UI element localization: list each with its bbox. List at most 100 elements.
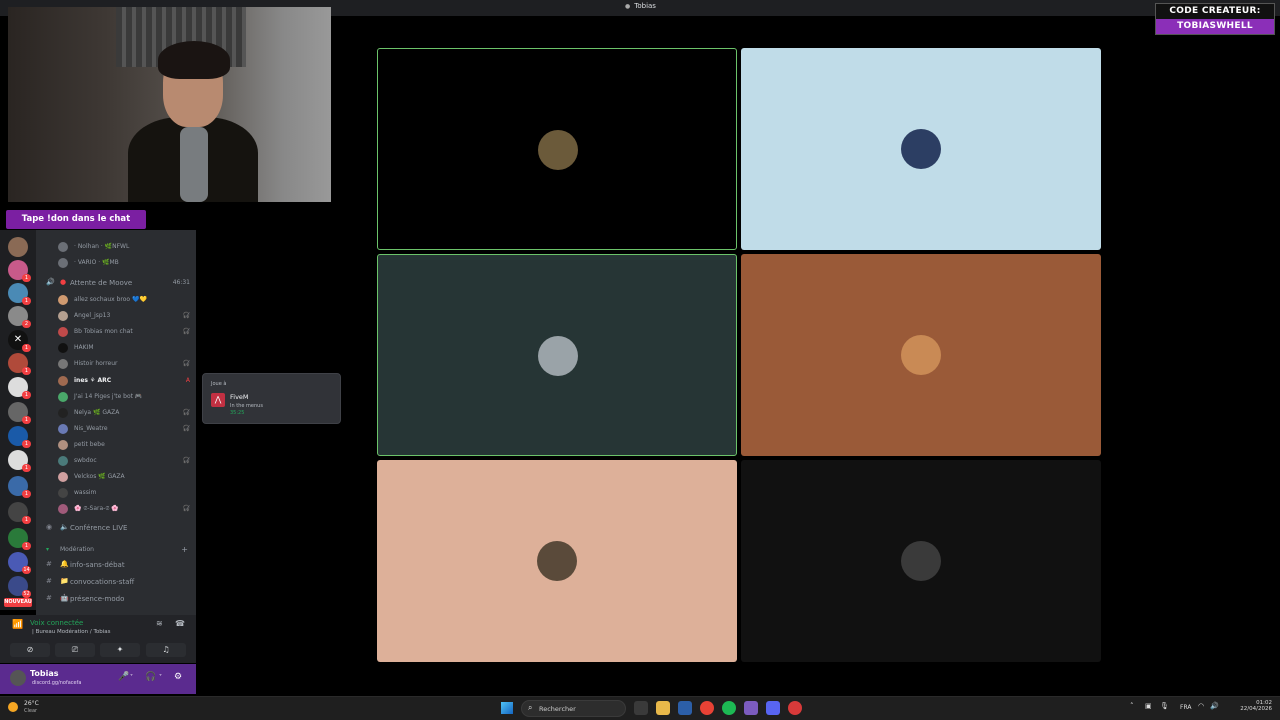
voice-location[interactable]: | Bureau Modération / Tobias — [32, 629, 111, 635]
server-icon[interactable]: 1 — [8, 353, 31, 375]
wifi-icon[interactable]: ◠ — [1198, 702, 1204, 710]
user-status: discord.gg/nofacefa — [32, 680, 82, 686]
member-row[interactable]: HAKIM — [36, 341, 196, 355]
member-row[interactable]: · VARIO · 🌿MB — [36, 256, 196, 270]
language-indicator[interactable]: FRA — [1180, 704, 1191, 711]
channel-convocations-staff[interactable]: # 📁 convocations-staff — [36, 574, 196, 591]
member-name: wassim — [74, 489, 97, 497]
task-view-icon[interactable] — [634, 701, 648, 715]
channel-name: convocations-staff — [70, 578, 135, 586]
chevron-up-icon[interactable]: ˄ — [1130, 702, 1134, 710]
notification-badge: 1 — [22, 542, 31, 550]
streamer-webcam — [8, 7, 331, 202]
server-icon[interactable]: 1 — [8, 260, 31, 282]
microphone-icon[interactable]: 🎤 — [118, 672, 129, 682]
status-icon: ● — [60, 278, 67, 286]
chevron-down-icon[interactable]: ˅ — [130, 674, 133, 681]
shield-icon: ▾ — [46, 546, 50, 553]
member-row[interactable]: petit bebe — [36, 438, 196, 452]
member-row[interactable]: Nelya 🌿 GAZA 🎧̸ — [36, 406, 196, 420]
disconnect-icon[interactable]: ☎ — [175, 619, 185, 628]
server-icon[interactable]: ✕ 1 — [8, 330, 31, 352]
server-icon[interactable]: 1 — [8, 377, 31, 399]
server-icon[interactable]: 1 — [8, 528, 31, 550]
server-icon[interactable]: 1 — [8, 426, 31, 448]
activities-button[interactable]: ✦ — [100, 643, 140, 657]
spotify-icon[interactable] — [722, 701, 736, 715]
weather-icon[interactable] — [8, 702, 18, 712]
new-badge: NOUVEAU — [4, 598, 32, 607]
mic-tray-icon[interactable]: 🎙 — [1160, 702, 1169, 710]
server-icon[interactable]: 1 — [8, 502, 31, 524]
add-channel-icon[interactable]: + — [181, 545, 188, 554]
server-icon[interactable]: 1 — [8, 283, 31, 305]
app-tray-icon[interactable]: ▣ — [1145, 702, 1152, 710]
member-row[interactable]: ines ⚘ ARC A — [36, 374, 196, 388]
voice-status[interactable]: Voix connectée — [30, 619, 83, 627]
temperature[interactable]: 26°C — [24, 700, 39, 707]
date: 22/04/2026 — [1240, 706, 1272, 712]
windows-start-icon[interactable] — [501, 702, 513, 714]
signal-icon[interactable]: 📶 — [12, 620, 23, 630]
member-row[interactable]: · Nolhan · 🌿NFWL — [36, 240, 196, 254]
chrome-icon[interactable] — [700, 701, 714, 715]
headphones-icon[interactable]: 🎧 — [145, 672, 156, 682]
category-moderation[interactable]: ▾ Modération + — [36, 545, 196, 557]
server-icon[interactable]: 1 — [8, 450, 31, 472]
server-icon[interactable]: 52 — [8, 576, 31, 598]
file-explorer-icon[interactable] — [656, 701, 670, 715]
channel-list: · Nolhan · 🌿NFWL · VARIO · 🌿MB 🔊 ● Atten… — [36, 230, 196, 615]
video-tile[interactable] — [377, 254, 737, 456]
video-tile[interactable] — [741, 254, 1101, 456]
server-icon[interactable]: 1 — [8, 476, 31, 498]
chevron-down-icon[interactable]: ˅ — [159, 674, 162, 681]
member-row[interactable]: wassim — [36, 486, 196, 500]
app-icon[interactable] — [744, 701, 758, 715]
member-name: HAKIM — [74, 344, 94, 352]
avatar[interactable] — [10, 670, 26, 686]
channel-info-sans-debat[interactable]: # 🔔 info-sans-débat — [36, 557, 196, 574]
discord-icon[interactable] — [766, 701, 780, 715]
video-tile[interactable] — [377, 48, 737, 250]
member-row[interactable]: swbdoc 🎧̸ — [36, 454, 196, 468]
calendar-icon[interactable] — [678, 701, 692, 715]
server-icon[interactable] — [8, 237, 28, 257]
member-row[interactable]: Bb Tobias mon chat 🎧̸ — [36, 325, 196, 339]
server-icon[interactable]: 14 — [8, 552, 31, 574]
screen-share-button[interactable]: ⎚ — [55, 643, 95, 657]
member-row[interactable]: Angel_jsp13 🎧̸ — [36, 309, 196, 323]
streamer-hair — [158, 41, 230, 79]
noise-suppression-icon[interactable]: ≋ — [156, 619, 163, 628]
avatar — [58, 258, 68, 268]
avatar — [58, 295, 68, 305]
voice-channel-conference[interactable]: ◉ 🔈 Conférence LIVE — [36, 520, 196, 537]
obs-icon[interactable] — [788, 701, 802, 715]
server-icon[interactable]: 1 — [8, 402, 31, 424]
donation-banner: Tape !don dans le chat — [6, 210, 146, 229]
server-icon[interactable]: 2 — [8, 306, 31, 328]
member-row[interactable]: allez sochaux broo 💙💛 — [36, 293, 196, 307]
member-row[interactable]: J'ai 14 Piges j'te bot 🎮 — [36, 390, 196, 404]
video-tile[interactable] — [741, 48, 1101, 250]
search-box[interactable]: ⌕ Rechercher — [521, 700, 626, 717]
voice-status-panel: 📶 Voix connectée | Bureau Modération / T… — [0, 615, 196, 663]
soundboard-button[interactable]: ♫ — [146, 643, 186, 657]
video-tile[interactable] — [741, 460, 1101, 662]
gear-icon[interactable]: ⚙ — [174, 672, 182, 682]
activity-popup: Joue à ⋀ FiveM In the menus 35:25 — [202, 373, 341, 424]
weather-condition: Clear — [24, 708, 38, 714]
member-row[interactable]: Velckos 🌿 GAZA — [36, 470, 196, 484]
notification-badge: 1 — [22, 297, 31, 305]
voice-channel-attente[interactable]: 🔊 ● Attente de Moove 46:31 — [36, 275, 196, 292]
member-row[interactable]: 🌸 𝕾-Sara-𝕾 🌸 🎧̸ — [36, 502, 196, 516]
video-tile[interactable] — [377, 460, 737, 662]
participant-avatar — [901, 335, 941, 375]
member-row[interactable]: Nis_Weatre 🎧̸ — [36, 422, 196, 436]
volume-icon[interactable]: 🔊 — [1210, 702, 1219, 710]
clock[interactable]: 01:02 22/04/2026 — [1228, 700, 1272, 712]
member-row[interactable]: Histoir horreur 🎧̸ — [36, 357, 196, 371]
camera-button[interactable]: ⊘ — [10, 643, 50, 657]
avatar — [58, 242, 68, 252]
avatar — [58, 311, 68, 322]
channel-presence-modo[interactable]: # 🤖 présence-modo — [36, 591, 196, 608]
